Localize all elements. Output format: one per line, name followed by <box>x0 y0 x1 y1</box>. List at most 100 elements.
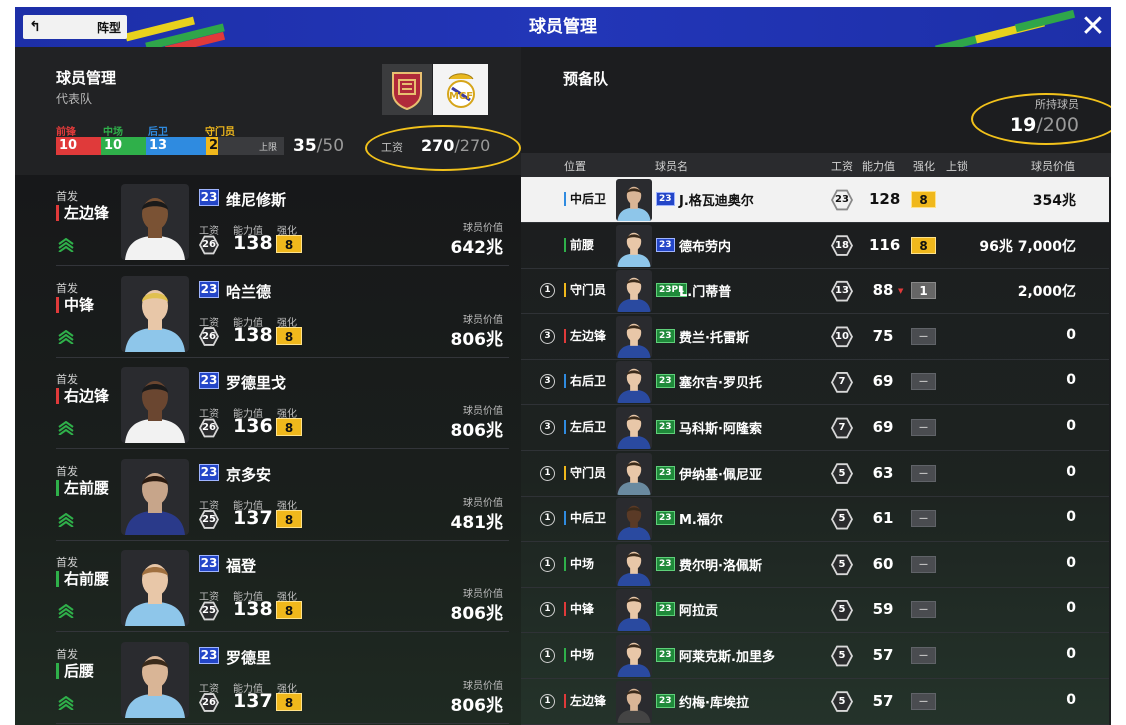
player-name: L.门蒂普 <box>679 285 732 301</box>
player-portrait[interactable] <box>121 275 189 352</box>
player-value: 0 <box>1066 509 1076 526</box>
player-face[interactable] <box>616 179 652 221</box>
squad-count-max: /50 <box>316 136 345 156</box>
player-value: 96兆 7,000亿 <box>979 238 1076 255</box>
back-button[interactable]: ↰ 阵型 <box>23 15 127 39</box>
player-value: 0 <box>1066 372 1076 389</box>
enhance-badge: — <box>911 601 936 619</box>
wage-value: 25 <box>201 511 217 528</box>
reserve-panel: 预备队 所持球员 19/200 位置 球员名 工资 能力值 强化 上锁 球员价值… <box>521 47 1111 725</box>
player-face[interactable] <box>616 407 652 449</box>
player-face[interactable] <box>616 224 652 267</box>
position-label: 左边锋 <box>56 205 109 221</box>
player-name: 伊纳基·佩尼亚 <box>679 467 762 483</box>
col-ability[interactable]: 能力值 <box>862 158 895 174</box>
lineup-row[interactable]: 首发 左前腰 23 京多安 工资 能力值 强化 25 137 8 球员价值 481兆 <box>56 450 509 541</box>
lineup-row[interactable]: 首发 右前腰 23 福登 工资 能力值 强化 25 138 8 球员价值 806兆 <box>56 541 509 632</box>
count-badge: 1 <box>540 465 555 481</box>
lineup-row[interactable]: 首发 左边锋 23 维尼修斯 工资 能力值 强化 26 138 8 球员价值 642兆 <box>56 175 509 266</box>
wage-hex: 25 <box>199 601 219 621</box>
player-portrait[interactable] <box>121 184 189 260</box>
reserve-row[interactable]: 3 右后卫 23 塞尔吉·罗贝托 7 69 — 0 <box>521 359 1109 406</box>
wage-hex: 7 <box>831 372 853 393</box>
close-button[interactable]: ✕ <box>1075 7 1111 47</box>
ability-value: 138 <box>233 232 273 254</box>
wage-value: 25 <box>201 603 217 619</box>
reserve-row[interactable]: 1 中场 23 费尔明·洛佩斯 5 60 — 0 <box>521 542 1109 588</box>
reserve-row[interactable]: 1 中场 23 阿莱克斯.加里多 5 57 — 0 <box>521 633 1109 679</box>
starter-label: 首发 <box>56 373 78 386</box>
player-face[interactable] <box>616 543 652 586</box>
player-face[interactable] <box>616 589 652 632</box>
reserve-row[interactable]: 1 中锋 23 阿拉贡 5 59 — 0 <box>521 587 1109 634</box>
lineup-row[interactable]: 首发 右边锋 23 罗德里戈 工资 能力值 强化 26 136 8 球员价值 806兆 <box>56 358 509 449</box>
wage-value: 26 <box>201 694 217 711</box>
reserve-title: 预备队 <box>563 70 609 88</box>
reserve-row[interactable]: 前腰 23 德布劳内 18 116 8 96兆 7,000亿 <box>521 223 1109 269</box>
starter-label: 首发 <box>56 464 78 478</box>
reserve-row[interactable]: 3 左后卫 23 马科斯·阿隆索 7 69 — 0 <box>521 405 1109 451</box>
player-portrait[interactable] <box>121 550 189 626</box>
season-badge: 23 <box>656 602 675 617</box>
close-icon: ✕ <box>1080 9 1106 44</box>
player-value: 806兆 <box>450 421 504 441</box>
reserve-row[interactable]: 1 左边锋 23 约梅·库埃拉 5 57 — 0 <box>521 679 1109 725</box>
starter-label: 首发 <box>56 647 78 661</box>
col-value[interactable]: 球员价值 <box>1031 158 1075 174</box>
player-face[interactable] <box>616 680 652 723</box>
player-face[interactable] <box>616 361 652 404</box>
player-value: 0 <box>1066 600 1076 617</box>
count-badge: 1 <box>540 556 555 572</box>
highlight-circle <box>365 125 521 171</box>
player-name: 哈兰德 <box>226 282 272 301</box>
club-crest-icon[interactable] <box>382 64 432 115</box>
team-subtitle: 代表队 <box>56 92 93 106</box>
count-badge: 1 <box>540 602 555 618</box>
player-portrait[interactable] <box>121 458 189 535</box>
wage-value: 5 <box>833 647 851 665</box>
wage-label: 工资 <box>199 683 219 695</box>
value-label: 球员价值 <box>463 314 503 326</box>
season-badge: 23 <box>656 693 675 708</box>
wage-value: 26 <box>201 420 217 436</box>
reserve-row[interactable]: 3 左边锋 23 费兰·托雷斯 10 75 — 0 <box>521 314 1109 360</box>
player-portrait[interactable] <box>121 367 189 443</box>
reserve-row[interactable]: 1 守门员 23PL L.门蒂普 13 88 ▼ 1 2,000亿 <box>521 268 1109 315</box>
lineup-row[interactable]: 首发 中锋 23 哈兰德 工资 能力值 强化 26 138 8 球员价值 806兆 <box>56 267 509 358</box>
season-badge: 23 <box>656 420 675 434</box>
wage-hex: 26 <box>199 235 219 255</box>
starting-lineup-list: 首发 左边锋 23 维尼修斯 工资 能力值 强化 26 138 8 球员价值 642兆 首发 中锋 23 哈兰… <box>15 175 521 725</box>
defense-count-bar: 13 <box>146 137 206 155</box>
wage-value: 5 <box>833 693 851 711</box>
player-face[interactable] <box>616 315 652 358</box>
wage-value: 23 <box>833 191 851 209</box>
position-label: 右边锋 <box>56 388 109 404</box>
player-value: 2,000亿 <box>1017 284 1076 301</box>
col-name[interactable]: 球员名 <box>655 158 688 174</box>
reserve-row[interactable]: 中后卫 23 J.格瓦迪奥尔 23 128 8 354兆 <box>521 177 1109 223</box>
reserve-row[interactable]: 1 守门员 23 伊纳基·佩尼亚 5 63 — 0 <box>521 451 1109 497</box>
wage-value: 26 <box>201 328 217 345</box>
player-value: 0 <box>1066 646 1076 662</box>
season-badge: 23 <box>656 328 675 343</box>
col-lock[interactable]: 上锁 <box>946 158 968 174</box>
col-position[interactable]: 位置 <box>564 158 586 174</box>
col-enhance[interactable]: 强化 <box>913 158 935 174</box>
player-portrait[interactable] <box>121 641 189 718</box>
real-madrid-crest-icon[interactable]: MCF <box>433 64 488 115</box>
player-value: 354兆 <box>1032 193 1076 209</box>
wage-value: 7 <box>833 419 851 437</box>
player-face[interactable] <box>616 498 652 541</box>
reserve-row[interactable]: 1 中后卫 23 M.福尔 5 61 — 0 <box>521 496 1109 543</box>
col-wage[interactable]: 工资 <box>831 158 853 174</box>
wage-label: 工资 <box>199 500 219 512</box>
top-bar: 球员管理 ↰ 阵型 ✕ <box>15 7 1111 47</box>
player-name: 费兰·托雷斯 <box>679 330 749 346</box>
player-face[interactable] <box>616 270 652 313</box>
player-face[interactable] <box>616 635 652 677</box>
player-face[interactable] <box>616 452 652 495</box>
season-badge: 23 <box>656 511 675 526</box>
player-name: 维尼修斯 <box>226 191 287 209</box>
lineup-row[interactable]: 首发 后腰 23 罗德里 工资 能力值 强化 26 137 8 球员价值 806兆 <box>56 633 509 724</box>
ability-value: 137 <box>233 689 273 712</box>
